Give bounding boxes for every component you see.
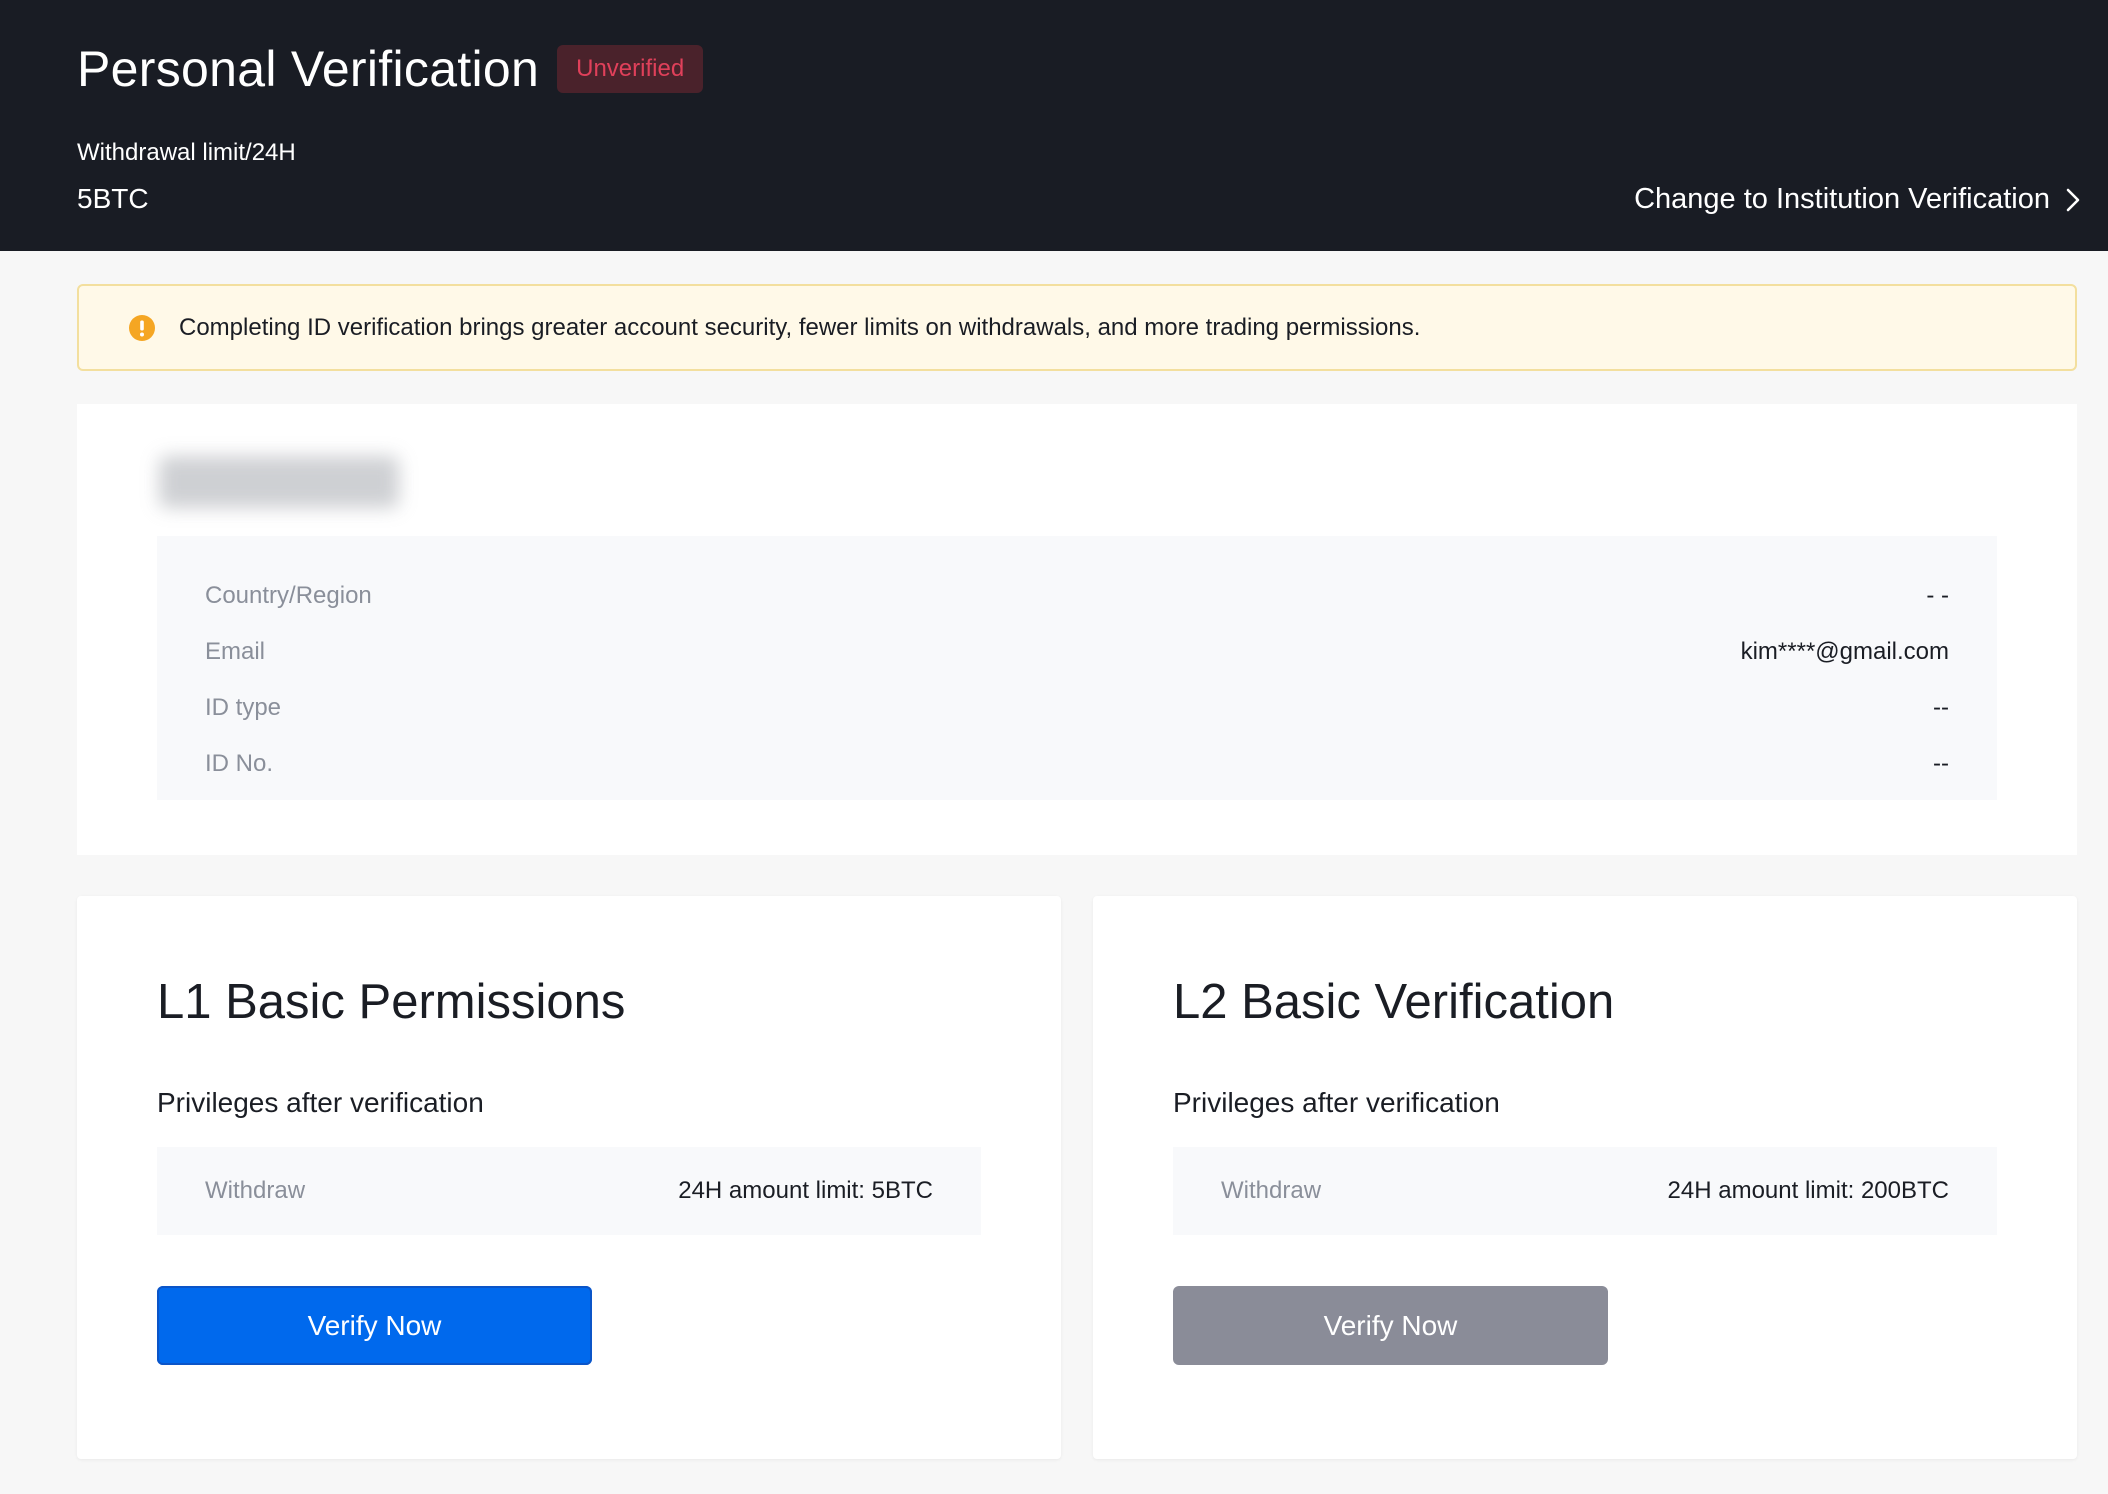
privilege-label: Withdraw xyxy=(1221,1177,1322,1204)
level-title: L1 Basic Permissions xyxy=(157,975,626,1029)
info-row-id-no: ID No. -- xyxy=(205,736,1949,792)
privilege-value: 24H amount limit: 200BTC xyxy=(1667,1177,1949,1204)
withdrawal-limit-label: Withdrawal limit/24H xyxy=(77,139,296,166)
profile-card: Country/Region - - Email kim****@gmail.c… xyxy=(77,404,2077,855)
redacted-username xyxy=(159,456,399,508)
withdrawal-limit-value: 5BTC xyxy=(77,183,149,214)
info-row-country: Country/Region - - xyxy=(205,568,1949,624)
level-card-l1: L1 Basic Permissions Privileges after ve… xyxy=(77,896,1061,1459)
info-label: ID type xyxy=(205,694,282,721)
change-to-institution-label: Change to Institution Verification xyxy=(1634,183,2050,215)
info-label: Email xyxy=(205,638,266,665)
verify-now-button-l1[interactable]: Verify Now xyxy=(157,1286,592,1365)
level-subtitle: Privileges after verification xyxy=(157,1087,484,1118)
info-row-id-type: ID type -- xyxy=(205,680,1949,736)
level-title: L2 Basic Verification xyxy=(1173,975,1615,1029)
privilege-label: Withdraw xyxy=(205,1177,306,1204)
warning-icon xyxy=(129,314,155,341)
info-value: -- xyxy=(1933,750,1949,777)
chevron-right-icon xyxy=(2066,188,2080,211)
privilege-row: Withdraw 24H amount limit: 5BTC xyxy=(157,1147,981,1235)
info-value: - - xyxy=(1926,582,1949,609)
level-card-l2: L2 Basic Verification Privileges after v… xyxy=(1093,896,2077,1459)
status-badge: Unverified xyxy=(557,45,704,93)
notice-text: Completing ID verification brings greate… xyxy=(179,313,1421,341)
info-label: Country/Region xyxy=(205,582,372,609)
privilege-value: 24H amount limit: 5BTC xyxy=(678,1177,933,1204)
verification-notice: Completing ID verification brings greate… xyxy=(77,284,2077,371)
page-title: Personal Verification xyxy=(77,41,540,97)
info-row-email: Email kim****@gmail.com xyxy=(205,624,1949,680)
profile-info-box: Country/Region - - Email kim****@gmail.c… xyxy=(157,536,1997,800)
title-row: Personal Verification Unverified xyxy=(77,40,704,98)
verify-now-button-l2[interactable]: Verify Now xyxy=(1173,1286,1608,1365)
level-subtitle: Privileges after verification xyxy=(1173,1087,1500,1118)
info-label: ID No. xyxy=(205,750,274,777)
info-value: kim****@gmail.com xyxy=(1740,638,1949,665)
info-value: -- xyxy=(1933,694,1949,721)
page-header: Personal Verification Unverified Withdra… xyxy=(0,0,2108,251)
privilege-row: Withdraw 24H amount limit: 200BTC xyxy=(1173,1147,1997,1235)
change-to-institution-link[interactable]: Change to Institution Verification xyxy=(1634,183,2080,216)
